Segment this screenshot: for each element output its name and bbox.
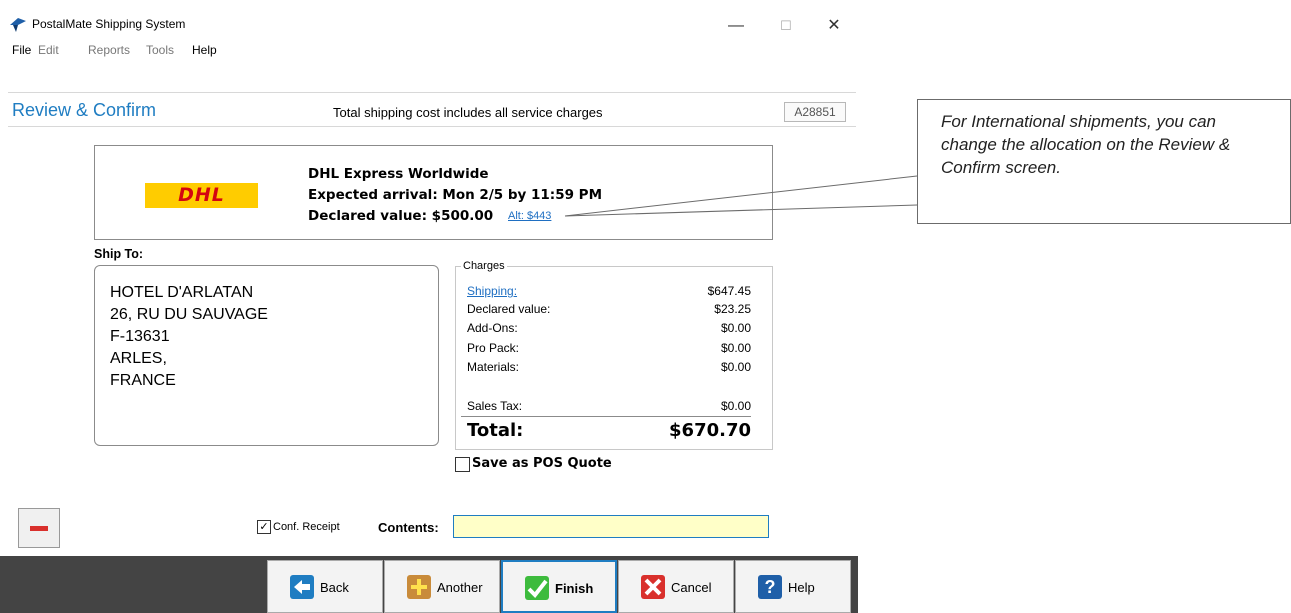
shipping-label[interactable]: Shipping: — [467, 284, 517, 298]
declared-value-charge: $23.25 — [714, 302, 751, 316]
maximize-button[interactable]: ☐ — [766, 12, 806, 40]
menu-help[interactable]: Help — [192, 43, 217, 57]
menu-file[interactable]: File — [12, 43, 31, 57]
contents-label: Contents: — [378, 520, 439, 535]
materials-value: $0.00 — [720, 360, 751, 374]
pro-pack-value: $0.00 — [720, 341, 751, 355]
addons-value: $0.00 — [720, 321, 751, 335]
remove-button[interactable] — [18, 508, 60, 548]
help-label: Help — [788, 580, 815, 595]
page-title: Review & Confirm — [12, 100, 157, 120]
another-button[interactable]: Another — [384, 560, 500, 613]
cancel-button[interactable]: Cancel — [618, 560, 734, 613]
total-divider — [461, 416, 751, 417]
back-arrow-icon — [290, 575, 314, 599]
shipping-charge-link[interactable]: Shipping: — [467, 284, 517, 298]
header-note: Total shipping cost includes all service… — [333, 105, 603, 120]
conf-receipt-label[interactable]: Conf. Receipt — [273, 521, 340, 533]
expected-arrival: Expected arrival: Mon 2/5 by 11:59 PM — [308, 187, 603, 203]
add-package-icon — [407, 575, 431, 599]
minus-icon — [30, 526, 48, 531]
pro-pack-label: Pro Pack: — [467, 341, 520, 355]
window-title: PostalMate Shipping System — [32, 17, 186, 31]
address-line: HOTEL D'ARLATAN — [110, 284, 254, 301]
materials-label: Materials: — [467, 360, 520, 374]
total-value: $670.70 — [669, 420, 751, 441]
menu-reports[interactable]: Reports — [88, 43, 130, 57]
alt-allocation-link[interactable]: Alt: $443 — [508, 210, 551, 222]
transaction-code: A28851 — [784, 102, 846, 122]
contents-input[interactable] — [453, 515, 769, 538]
address-line: FRANCE — [110, 372, 176, 389]
finish-button[interactable]: Finish — [501, 560, 617, 613]
checkmark-icon — [525, 576, 549, 600]
question-icon: ? — [758, 575, 782, 599]
x-icon — [641, 575, 665, 599]
minimize-button[interactable]: — — [716, 12, 756, 40]
carrier-service: DHL Express Worldwide — [308, 166, 489, 182]
declared-value: Declared value: $500.00 — [308, 208, 494, 224]
pos-quote-label[interactable]: Save as POS Quote — [472, 456, 612, 471]
ship-to-label: Ship To: — [94, 247, 144, 261]
divider — [8, 92, 856, 93]
divider — [8, 126, 856, 127]
dhl-logo-text: DHL — [178, 184, 225, 206]
finish-label: Finish — [555, 581, 594, 596]
address-line: ARLES, — [110, 350, 167, 367]
total-label: Total: — [467, 420, 524, 441]
callout-text: For International shipments, you can cha… — [941, 112, 1231, 177]
menu-edit[interactable]: Edit — [38, 43, 59, 57]
sales-tax-label: Sales Tax: — [467, 399, 523, 413]
app-logo-icon — [10, 18, 26, 32]
back-button[interactable]: Back — [267, 560, 383, 613]
menu-tools[interactable]: Tools — [146, 43, 174, 57]
another-label: Another — [437, 580, 483, 595]
cancel-label: Cancel — [671, 580, 712, 595]
address-line: F-13631 — [110, 328, 170, 345]
address-line: 26, RU DU SAUVAGE — [110, 306, 268, 323]
charges-legend: Charges — [461, 260, 507, 272]
dhl-logo: DHL — [145, 183, 258, 208]
addons-label: Add-Ons: — [467, 321, 518, 335]
close-button[interactable]: ✕ — [814, 12, 854, 40]
sales-tax-value: $0.00 — [720, 399, 751, 413]
shipping-charge-value: $647.45 — [707, 284, 751, 298]
back-label: Back — [320, 580, 349, 595]
declared-value-label: Declared value: — [467, 302, 551, 316]
app-window: PostalMate Shipping System — ☐ ✕ File Ed… — [0, 0, 858, 613]
pos-quote-checkbox[interactable] — [455, 457, 470, 472]
help-button[interactable]: ? Help — [735, 560, 851, 613]
conf-receipt-checkbox[interactable]: ✓ — [257, 520, 271, 534]
